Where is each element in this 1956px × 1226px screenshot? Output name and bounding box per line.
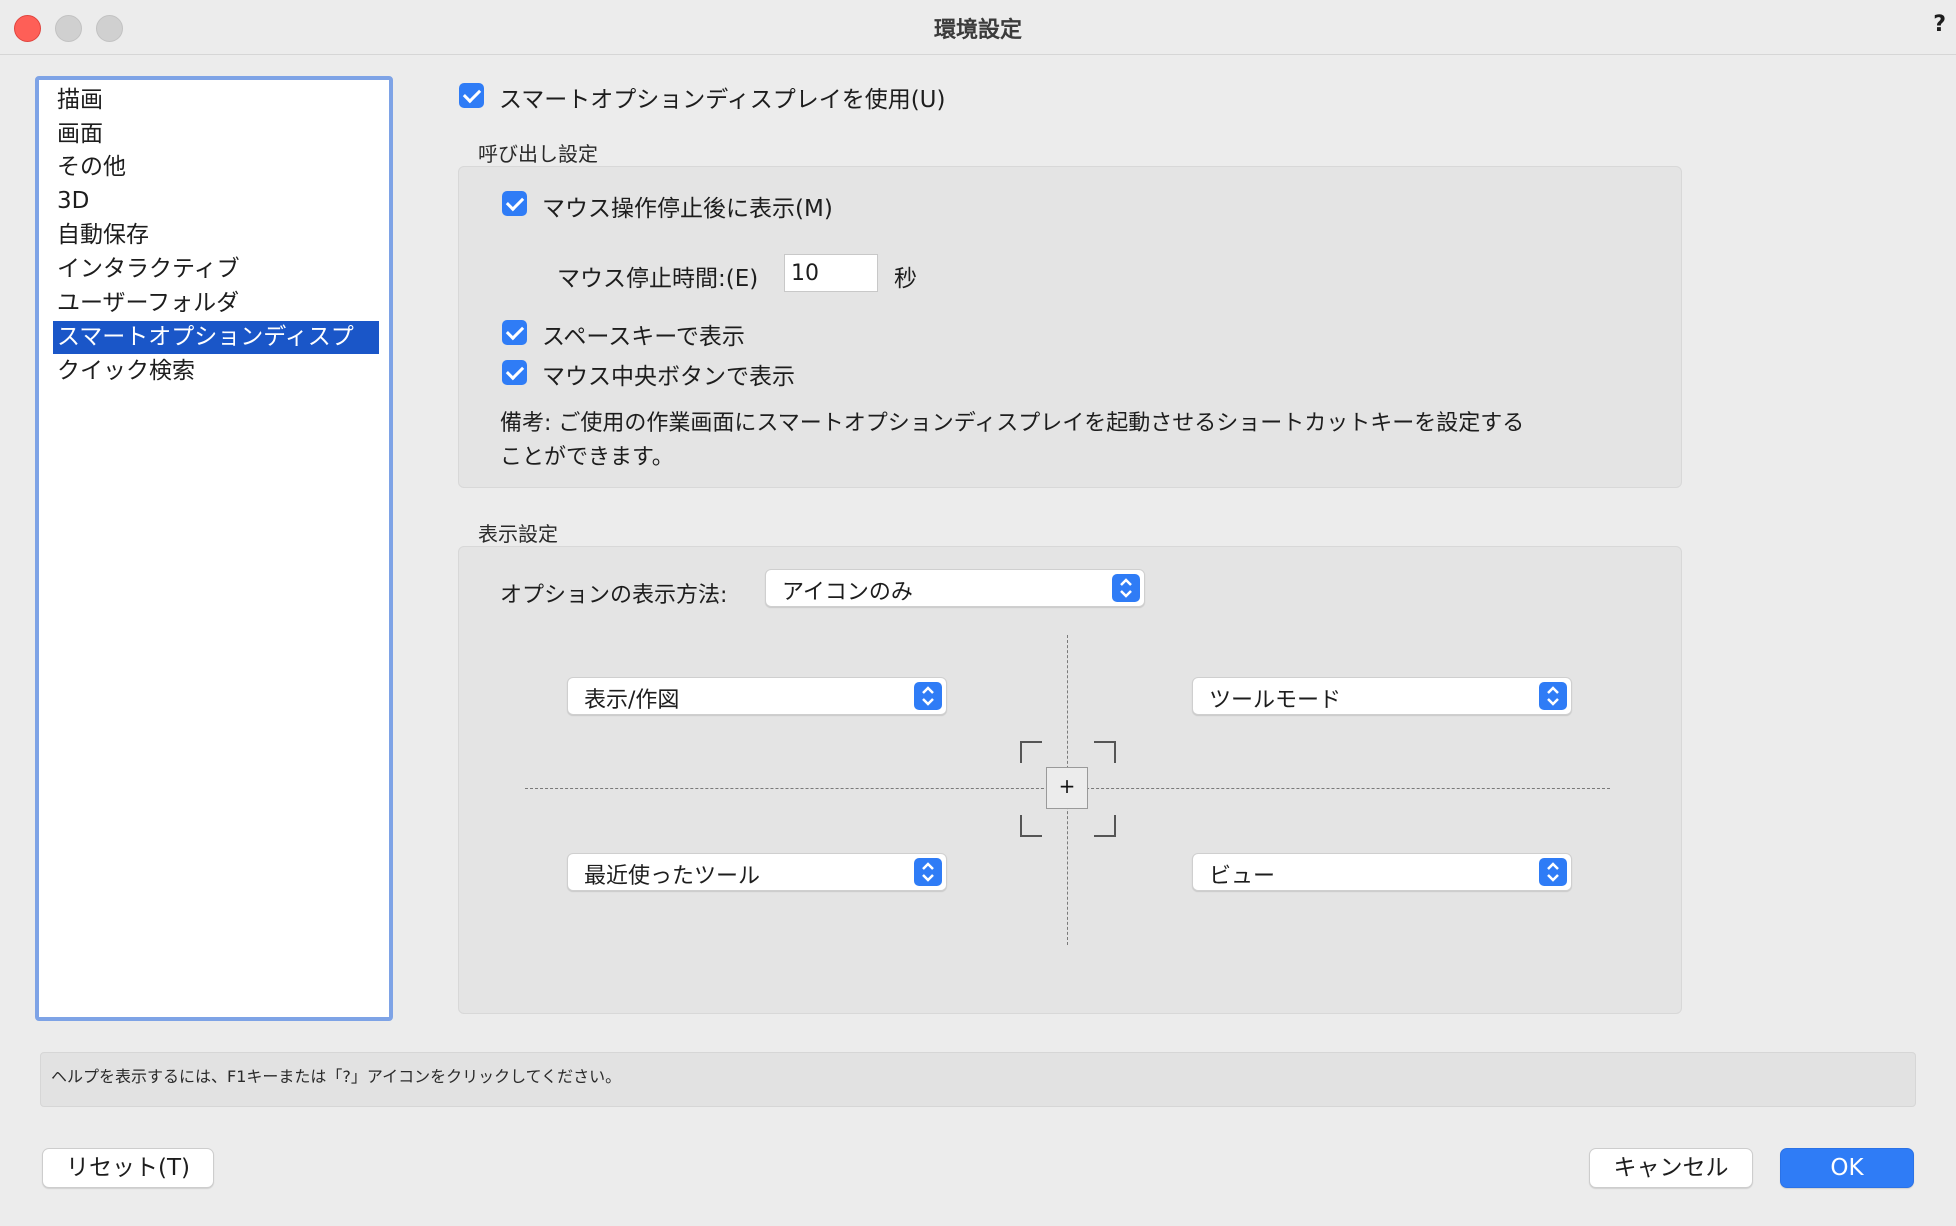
- sidebar-item-3d[interactable]: 3D: [57, 185, 89, 218]
- middle-button-checkbox[interactable]: [502, 360, 527, 385]
- crosshair-icon: +: [1058, 774, 1076, 798]
- invoke-settings-title: 呼び出し設定: [478, 142, 598, 166]
- bottom-left-option-value: 最近使ったツール: [584, 864, 761, 889]
- sidebar-item-smart-option-display[interactable]: スマートオプションディスプ: [53, 321, 379, 354]
- note-text-line2: ことができます。: [500, 445, 674, 470]
- category-list[interactable]: 描画 画面 その他 3D 自動保存 インタラクティブ ユーザーフォルダ スマート…: [35, 76, 393, 1021]
- reset-button[interactable]: リセット(T): [42, 1148, 214, 1188]
- display-method-value: アイコンのみ: [782, 580, 913, 605]
- sidebar-item-user-folder[interactable]: ユーザーフォルダ: [57, 287, 239, 320]
- help-icon[interactable]: ?: [1933, 12, 1946, 37]
- stop-time-label: マウス停止時間:(E): [557, 266, 759, 292]
- display-method-label: オプションの表示方法:: [500, 583, 728, 608]
- cursor-center-box: +: [1046, 767, 1088, 809]
- space-key-label[interactable]: スペースキーで表示: [542, 317, 745, 351]
- sidebar-item-autosave[interactable]: 自動保存: [57, 219, 149, 252]
- stop-time-input[interactable]: [784, 254, 878, 292]
- bottom-right-option-value: ビュー: [1209, 864, 1276, 889]
- corner-mark-bottom-left: [1020, 815, 1042, 837]
- window-title: 環境設定: [933, 18, 1022, 43]
- display-method-popup[interactable]: アイコンのみ: [765, 569, 1145, 607]
- mouse-stop-checkbox[interactable]: [502, 191, 527, 216]
- title-bar: 環境設定 ?: [0, 0, 1956, 55]
- corner-mark-bottom-right: [1094, 815, 1116, 837]
- help-message-bar: ヘルプを表示するには、F1キーまたは「?」アイコンをクリックしてください。: [40, 1052, 1916, 1107]
- sidebar-item-quick-search[interactable]: クイック検索: [57, 355, 195, 388]
- bottom-left-option-popup[interactable]: 最近使ったツール: [567, 853, 947, 891]
- corner-mark-top-right: [1094, 741, 1116, 763]
- space-key-checkbox[interactable]: [502, 320, 527, 345]
- sidebar-item-drawing[interactable]: 描画: [57, 84, 103, 117]
- sidebar-item-screen[interactable]: 画面: [57, 118, 103, 151]
- popup-stepper-icon: [1112, 574, 1140, 602]
- bottom-right-option-popup[interactable]: ビュー: [1192, 853, 1572, 891]
- popup-stepper-icon: [914, 682, 942, 710]
- top-right-option-popup[interactable]: ツールモード: [1192, 677, 1572, 715]
- help-message-text: ヘルプを表示するには、F1キーまたは「?」アイコンをクリックしてください。: [51, 1067, 622, 1086]
- top-left-option-popup[interactable]: 表示/作図: [567, 677, 947, 715]
- corner-mark-top-left: [1020, 741, 1042, 763]
- cancel-button[interactable]: キャンセル: [1589, 1148, 1753, 1188]
- display-settings-title: 表示設定: [478, 522, 558, 546]
- top-left-option-value: 表示/作図: [584, 688, 680, 713]
- sidebar-item-interactive[interactable]: インタラクティブ: [57, 253, 240, 286]
- popup-stepper-icon: [914, 858, 942, 886]
- stop-time-unit: 秒: [894, 266, 917, 292]
- use-smart-option-checkbox[interactable]: [459, 83, 484, 108]
- popup-stepper-icon: [1539, 858, 1567, 886]
- use-smart-option-label[interactable]: スマートオプションディスプレイを使用(U): [499, 80, 945, 114]
- top-right-option-value: ツールモード: [1209, 688, 1342, 713]
- middle-button-label[interactable]: マウス中央ボタンで表示: [542, 357, 795, 391]
- popup-stepper-icon: [1539, 682, 1567, 710]
- sidebar-item-other[interactable]: その他: [57, 151, 126, 184]
- mouse-stop-label[interactable]: マウス操作停止後に表示(M): [542, 189, 833, 223]
- ok-button[interactable]: OK: [1780, 1148, 1914, 1188]
- note-text-line1: 備考: ご使用の作業画面にスマートオプションディスプレイを起動させるショートカッ…: [500, 411, 1525, 436]
